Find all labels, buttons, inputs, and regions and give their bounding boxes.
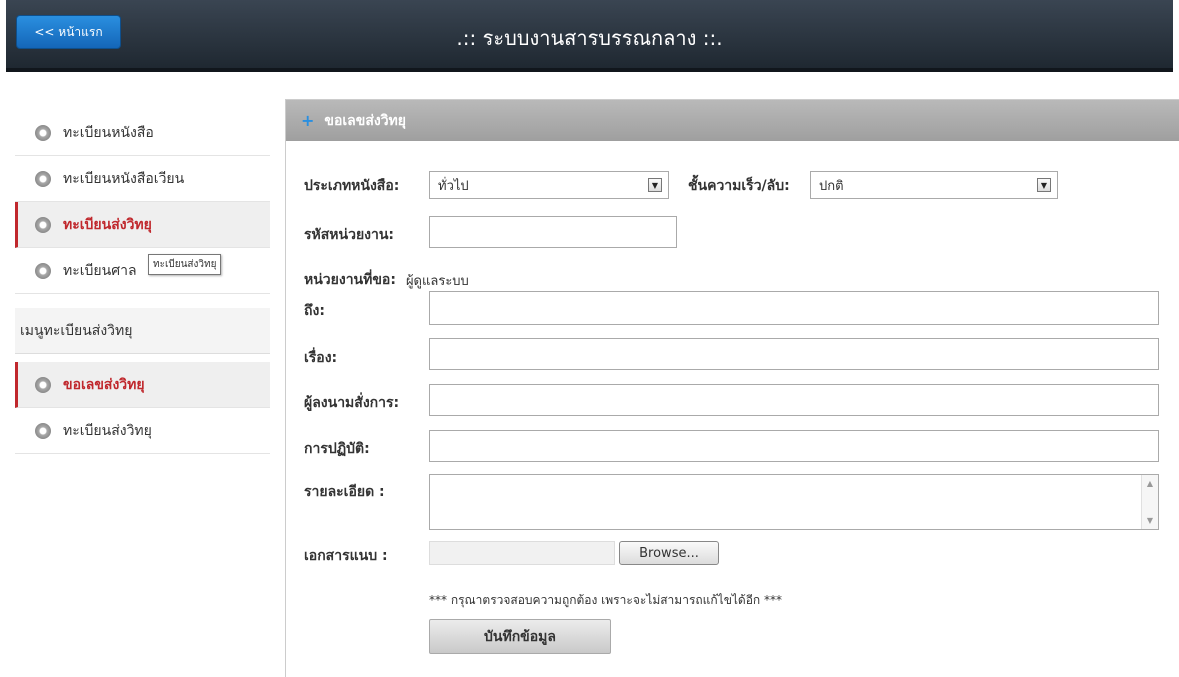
- signer-label: ผู้ลงนามสั่งการ:: [304, 395, 400, 411]
- attachment-label: เอกสารแนบ :: [304, 548, 388, 564]
- sidebar: ทะเบียนหนังสือ ทะเบียนหนังสือเวียน ทะเบี…: [15, 110, 270, 454]
- submenu-item-radio-register[interactable]: ทะเบียนส่งวิทยุ: [15, 408, 270, 454]
- radio-bullet-icon: [35, 170, 51, 187]
- submenu-item-label: ทะเบียนส่งวิทยุ: [63, 422, 152, 439]
- chevron-down-icon: ▼: [648, 178, 662, 192]
- doc-type-value: ทั่วไป: [438, 178, 469, 194]
- panel-header: + ขอเลขส่งวิทยุ: [286, 100, 1179, 141]
- detail-label: รายละเอียด :: [304, 484, 385, 500]
- radio-bullet-icon: [35, 262, 51, 279]
- panel-title: ขอเลขส่งวิทยุ: [324, 112, 406, 129]
- request-number-panel: + ขอเลขส่งวิทยุ ประเภทหนังสือ: ทั่วไป ▼ …: [285, 99, 1179, 677]
- priority-label: ชั้นความเร็ว/ลับ:: [688, 178, 790, 194]
- to-label: ถึง:: [304, 303, 325, 319]
- to-input[interactable]: [429, 291, 1159, 325]
- browse-button[interactable]: Browse...: [619, 541, 719, 565]
- chevron-down-icon: ▼: [1037, 178, 1051, 192]
- scroll-down-icon[interactable]: ▼: [1147, 516, 1153, 525]
- requesting-unit-label: หน่วยงานที่ขอ:: [304, 272, 396, 288]
- submenu-heading: เมนูทะเบียนส่งวิทยุ: [15, 308, 270, 354]
- sidebar-item-circular-register[interactable]: ทะเบียนหนังสือเวียน: [15, 156, 270, 202]
- radio-bullet-icon: [35, 124, 51, 141]
- radio-bullet-icon: [35, 216, 51, 233]
- radio-bullet-icon: [35, 422, 51, 439]
- submenu-item-label: ขอเลขส่งวิทยุ: [63, 376, 145, 393]
- action-label: การปฏิบัติ:: [304, 441, 370, 457]
- action-input[interactable]: [429, 430, 1159, 462]
- sidebar-item-label: ทะเบียนหนังสือ: [63, 124, 154, 141]
- signer-input[interactable]: [429, 384, 1159, 416]
- sidebar-item-book-register[interactable]: ทะเบียนหนังสือ: [15, 110, 270, 156]
- radio-bullet-icon: [35, 376, 51, 393]
- sidebar-item-label: ทะเบียนศาล: [63, 262, 137, 279]
- sidebar-item-label: ทะเบียนหนังสือเวียน: [63, 170, 185, 187]
- top-bar: << หน้าแรก .:: ระบบงานสารบรรณกลาง ::.: [6, 0, 1173, 72]
- textarea-scrollbar[interactable]: ▲ ▼: [1141, 475, 1158, 529]
- save-button[interactable]: บันทึกข้อมูล: [429, 619, 611, 654]
- tooltip: ทะเบียนส่งวิทยุ: [148, 254, 222, 275]
- sidebar-item-label: ทะเบียนส่งวิทยุ: [63, 216, 152, 233]
- plus-icon: +: [301, 111, 315, 130]
- sidebar-item-court-register[interactable]: ทะเบียนศาล: [15, 248, 270, 294]
- subject-input[interactable]: [429, 338, 1159, 370]
- unit-code-input[interactable]: [429, 216, 677, 248]
- file-path-field[interactable]: [429, 541, 615, 565]
- doc-type-select[interactable]: ทั่วไป ▼: [429, 171, 669, 199]
- sidebar-item-radio-register[interactable]: ทะเบียนส่งวิทยุ: [15, 202, 270, 248]
- priority-select[interactable]: ปกติ ▼: [810, 171, 1058, 199]
- requesting-unit-value: ผู้ดูแลระบบ: [405, 273, 469, 289]
- app-title: .:: ระบบงานสารบรรณกลาง ::.: [456, 26, 723, 50]
- submenu-item-request-number[interactable]: ขอเลขส่งวิทยุ: [15, 362, 270, 408]
- scroll-up-icon[interactable]: ▲: [1147, 479, 1153, 488]
- priority-value: ปกติ: [819, 178, 844, 194]
- warning-notice: *** กรุณาตรวจสอบความถูกต้อง เพราะจะไม่สา…: [429, 593, 783, 607]
- detail-textarea[interactable]: ▲ ▼: [429, 474, 1159, 530]
- subject-label: เรื่อง:: [304, 350, 338, 366]
- doc-type-label: ประเภทหนังสือ:: [304, 178, 400, 194]
- unit-code-label: รหัสหน่วยงาน:: [304, 227, 395, 243]
